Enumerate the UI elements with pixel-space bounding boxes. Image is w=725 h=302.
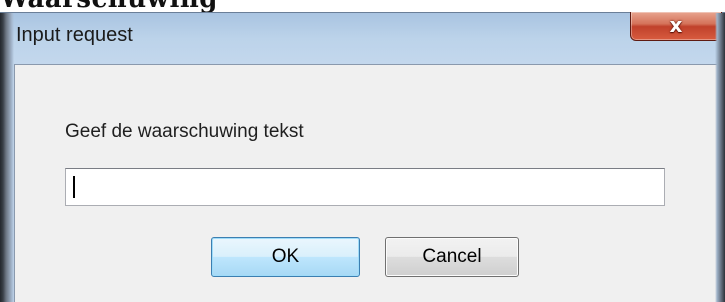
dialog-titlebar[interactable]: Input request x: [0, 12, 725, 56]
dialog-title: Input request: [16, 24, 133, 46]
dialog-content: Geef de waarschuwing tekst OK Cancel: [14, 64, 720, 302]
cancel-button[interactable]: Cancel: [385, 237, 519, 277]
close-icon: x: [669, 13, 683, 37]
close-button[interactable]: x: [630, 12, 722, 41]
warning-text-input[interactable]: [65, 168, 665, 206]
input-request-dialog: Input request x Geef de waarschuwing tek…: [0, 12, 725, 302]
prompt-label: Geef de waarschuwing tekst: [65, 121, 304, 142]
ok-button[interactable]: OK: [211, 237, 360, 277]
screen: Waarschuwing Input request x Geef de waa…: [0, 0, 725, 302]
text-caret: [73, 176, 75, 198]
